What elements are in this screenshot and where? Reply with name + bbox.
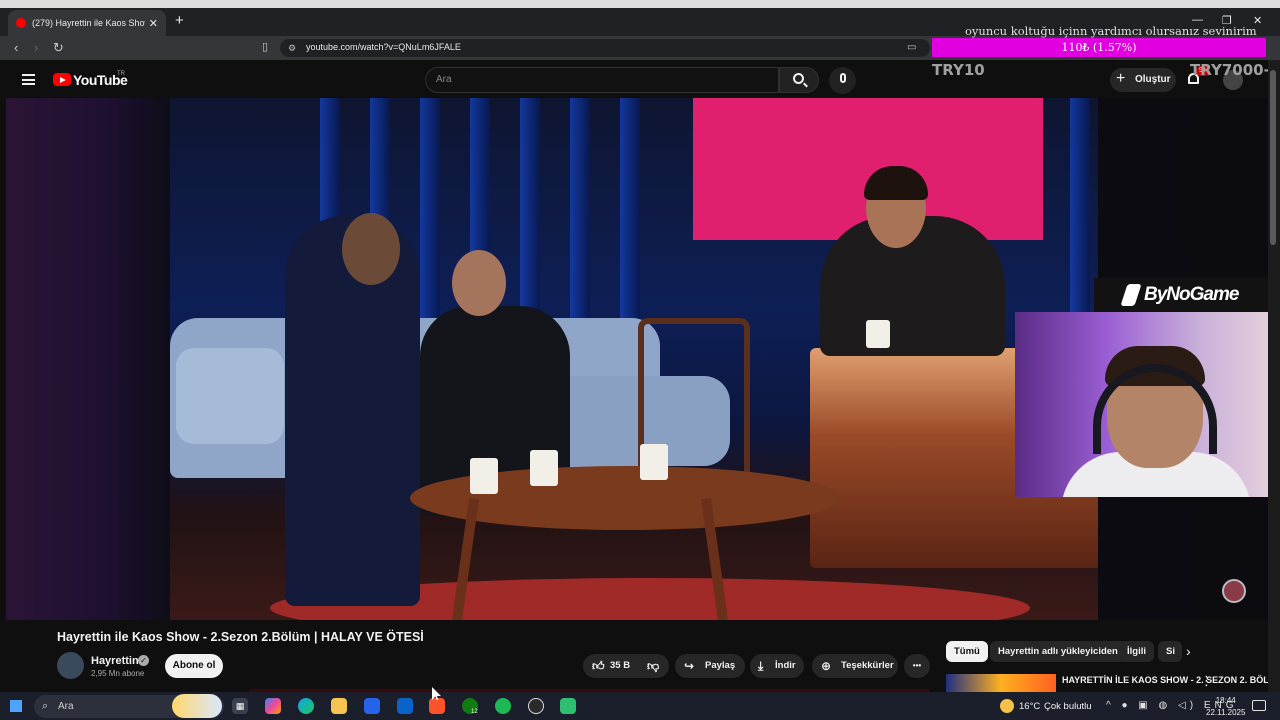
brave-icon[interactable] [429,698,445,714]
create-label: Oluştur [1135,74,1171,85]
tab-title: (279) Hayrettin ile Kaos Show - 2 [32,18,145,28]
clock-date: 22.11.2025 [1206,708,1246,717]
like-dislike-group: 👍︎ 35 B 👎︎ [583,654,669,678]
boy-guest-head [452,250,506,316]
overlay-try-left: TRY10 [932,61,985,79]
bookmark-icon[interactable]: ▯ [262,40,268,53]
mug [530,450,558,486]
cast-icon[interactable]: ▭ [907,42,916,53]
overlay-round-button[interactable] [1222,579,1246,603]
download-button[interactable]: ⤓ İndir [750,654,804,678]
windows-start-icon[interactable] [10,700,22,712]
video-frame[interactable] [170,98,1098,620]
weather-icon[interactable] [1000,699,1014,713]
green-app-icon[interactable] [560,698,576,714]
search-highlight-image[interactable] [172,694,222,718]
outlook-icon[interactable] [397,698,413,714]
like-icon[interactable]: 👍︎ [592,654,605,678]
youtube-favicon [16,18,26,28]
search-input[interactable] [425,67,779,93]
thanks-button[interactable]: ⊕ Teşekkürler [812,654,898,678]
tab-close-icon[interactable]: ✕ [149,17,158,30]
more-actions-button[interactable]: ••• [904,654,930,678]
subscribe-button[interactable]: Abone ol [165,654,223,678]
search-icon [793,73,804,84]
spotify-icon[interactable] [495,698,511,714]
download-label: İndir [775,660,796,671]
obs-icon[interactable] [528,698,544,714]
share-label: Paylaş [705,660,736,671]
taskbar-clock[interactable]: 18:44 22.11.2025 [1206,695,1245,719]
donation-progress-value: 110₺ (1.57%) [1061,41,1137,54]
url-text[interactable]: youtube.com/watch?v=QNuLm6JFALE [306,42,461,52]
back-arrow-icon[interactable]: ‹ [14,40,18,55]
download-icon: ⤓ [758,659,764,673]
youtube-region-code: TR [117,71,125,77]
reload-icon[interactable]: ↻ [53,40,64,56]
xbox-icon[interactable]: 12 [462,698,478,715]
subscriber-count: 2,95 Mn abone [91,669,145,678]
channel-name[interactable]: Hayrettin [91,655,139,667]
plus-icon: + [1116,70,1126,87]
thanks-icon: ⊕ [821,659,832,673]
hamburger-icon[interactable] [22,74,35,85]
task-view-icon[interactable]: ▦ [232,698,248,714]
chip-related[interactable]: İlgili [1119,641,1154,662]
mug [470,458,498,494]
copilot-icon[interactable] [265,698,281,714]
site-info-icon[interactable]: ⚙ [288,43,296,54]
channel-avatar[interactable] [57,652,84,679]
share-button[interactable]: ↪ Paylaş [675,654,745,678]
new-tab-button[interactable]: + [175,12,184,29]
related-video-thumbnail[interactable] [946,674,1056,692]
chevron-right-icon[interactable]: › [1186,643,1191,659]
forward-arrow-icon[interactable]: › [34,40,38,55]
mug [866,320,890,348]
file-explorer-icon[interactable] [331,698,347,714]
youtube-logo-icon[interactable] [53,73,71,86]
mug [640,444,668,480]
guest-head [342,213,400,285]
overlay-try-right: TRY7000- [1190,61,1270,79]
window-top-strip [0,0,1280,8]
chip-from-uploader[interactable]: Hayrettin adlı yükleyiciden [990,641,1126,662]
related-video-title[interactable]: HAYRETTİN İLE KAOS SHOW - 2. SEZON 2. BÖ… [1062,675,1280,685]
taskbar-search-placeholder: Ara [58,701,74,712]
search-placeholder: Ara [436,74,452,85]
donation-goal-text: oyuncu koltuğu içinn yardımcı olursanız … [965,24,1257,38]
video-title: Hayrettin ile Kaos Show - 2.Sezon 2.Bölü… [57,630,424,644]
share-icon: ↪ [684,659,695,673]
taskbar-search-icon: ⌕ [42,700,49,712]
store-icon[interactable] [364,698,380,714]
clock-time: 18:44 [1215,696,1236,705]
weather-condition[interactable]: Çok bulutlu [1044,701,1092,712]
dislike-icon[interactable]: 👎︎ [647,654,659,678]
thanks-label: Teşekkürler [841,660,894,671]
verified-icon: ✓ [138,655,149,666]
chip-partial[interactable]: Si [1158,641,1182,662]
mic-icon [840,73,846,83]
related-more-icon[interactable]: ⋮ [1200,673,1213,689]
sponsor-name: ByNoGame [1144,284,1239,305]
streamer-webcam [1015,312,1280,497]
chip-all[interactable]: Tümü [946,641,988,662]
xbox-badge: 12 [471,709,478,715]
like-count[interactable]: 35 B [610,654,630,678]
scrollbar-thumb[interactable] [1270,70,1276,245]
sofa-pillow [176,348,284,444]
notification-center-icon[interactable] [1252,700,1266,711]
browser-tab[interactable]: (279) Hayrettin ile Kaos Show - 2 ✕ [8,10,166,36]
edge-icon[interactable] [298,698,314,714]
weather-temperature[interactable]: 16°C [1019,701,1040,712]
